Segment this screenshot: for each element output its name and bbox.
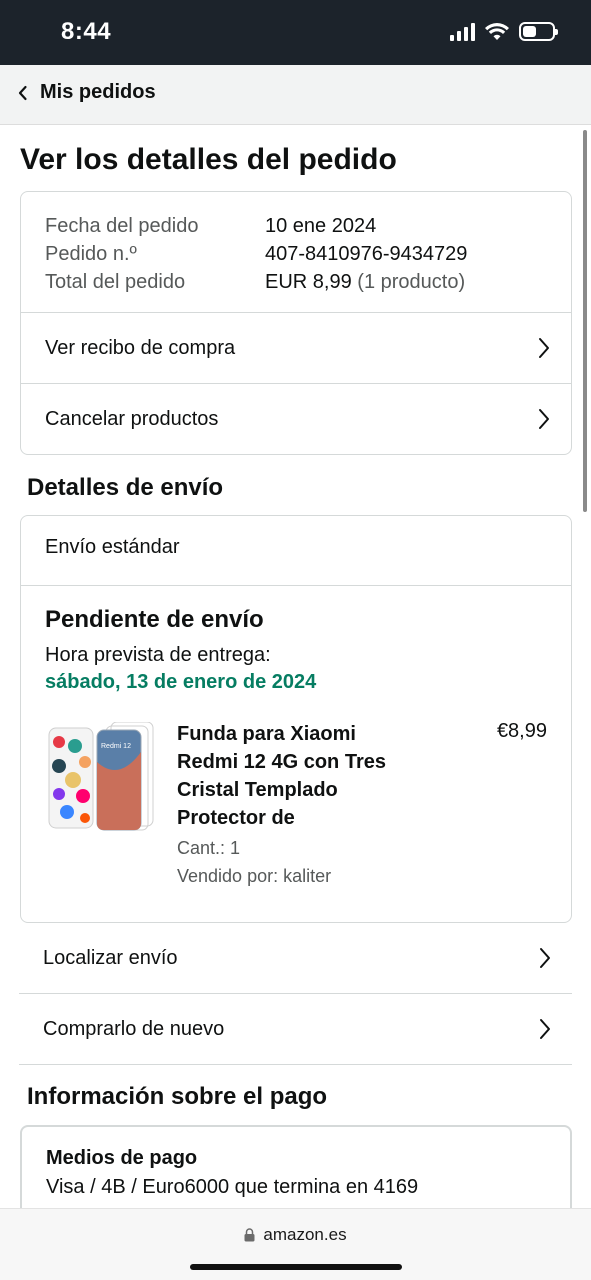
payment-section-title: Información sobre el pago xyxy=(27,1083,328,1110)
page-title: Ver los detalles del pedido xyxy=(20,143,397,176)
delivery-label: Hora prevista de entrega: xyxy=(45,644,271,666)
shipping-card: Envío estándar Pendiente de envío Hora p… xyxy=(20,515,572,923)
back-button[interactable]: Mis pedidos xyxy=(18,81,156,104)
track-shipment-label: Localizar envío xyxy=(43,946,178,969)
scroll-indicator[interactable] xyxy=(583,130,587,512)
chevron-left-icon xyxy=(18,85,27,100)
lock-icon xyxy=(244,1228,255,1242)
cellular-signal-icon xyxy=(450,22,475,41)
buy-again-link[interactable]: Comprarlo de nuevo xyxy=(19,994,572,1065)
order-date-value: 10 ene 2024 xyxy=(265,215,377,237)
order-date-label: Fecha del pedido xyxy=(45,215,199,237)
order-total-row: Total del pedido EUR 8,99 (1 producto) xyxy=(45,268,547,296)
view-receipt-link[interactable]: Ver recibo de compra xyxy=(21,312,571,383)
url-text: amazon.es xyxy=(263,1225,347,1244)
order-summary-card: Fecha del pedido 10 ene 2024 Pedido n.º … xyxy=(20,191,572,455)
nav-bar: Mis pedidos xyxy=(0,65,591,125)
order-total-label: Total del pedido xyxy=(45,271,186,293)
back-label: Mis pedidos xyxy=(40,81,156,103)
order-info: Fecha del pedido 10 ene 2024 Pedido n.º … xyxy=(21,192,571,312)
chevron-right-icon xyxy=(540,948,550,968)
product-image[interactable]: Redmi 12 xyxy=(45,722,157,842)
chevron-right-icon xyxy=(539,409,549,429)
url-bar[interactable]: amazon.es xyxy=(0,1225,591,1245)
buy-again-label: Comprarlo de nuevo xyxy=(43,1017,225,1040)
order-number-value: 407-8410976-9434729 xyxy=(265,243,468,265)
product-seller: Vendido por: kaliter xyxy=(177,866,332,886)
home-indicator[interactable] xyxy=(190,1264,402,1270)
cancel-products-label: Cancelar productos xyxy=(45,407,219,430)
shipment-status: Pendiente de envío xyxy=(45,606,264,633)
product-image-text: Redmi 12 xyxy=(101,743,131,750)
product-item: Redmi 12 Funda para Xiaomi Redmi 12 4G c… xyxy=(45,720,547,910)
product-price: €8,99 xyxy=(496,720,547,742)
status-bar: 8:44 xyxy=(0,0,591,65)
track-shipment-link[interactable]: Localizar envío xyxy=(19,923,572,994)
order-total-value: EUR 8,99 (1 producto) xyxy=(265,268,465,296)
wifi-icon xyxy=(485,22,509,40)
product-quantity: Cant.: 1 xyxy=(177,838,241,858)
status-time: 8:44 xyxy=(61,18,112,45)
payment-method-title: Medios de pago xyxy=(46,1147,198,1169)
browser-bar: amazon.es xyxy=(0,1208,591,1280)
chevron-right-icon xyxy=(540,1019,550,1039)
order-total-count: (1 producto) xyxy=(357,271,466,293)
delivery-date: sábado, 13 de enero de 2024 xyxy=(45,671,317,693)
shipping-section-title: Detalles de envío xyxy=(27,474,224,501)
payment-method: Medios de pago Visa / 4B / Euro6000 que … xyxy=(22,1127,570,1199)
shipment-details: Pendiente de envío Hora prevista de entr… xyxy=(21,586,571,910)
battery-icon xyxy=(519,22,558,41)
payment-method-value: Visa / 4B / Euro6000 que termina en 4169 xyxy=(46,1176,419,1198)
order-total-amount: EUR 8,99 xyxy=(265,271,352,293)
chevron-right-icon xyxy=(539,338,549,358)
cancel-products-link[interactable]: Cancelar productos xyxy=(21,383,571,454)
shipping-method: Envío estándar xyxy=(21,516,571,586)
product-title-link[interactable]: Funda para Xiaomi Redmi 12 4G con Tres C… xyxy=(177,720,417,832)
order-date-row: Fecha del pedido 10 ene 2024 xyxy=(45,212,547,240)
status-icons xyxy=(450,22,558,41)
order-number-row: Pedido n.º 407-8410976-9434729 xyxy=(45,240,547,268)
view-receipt-label: Ver recibo de compra xyxy=(45,336,236,359)
order-number-label: Pedido n.º xyxy=(45,243,137,265)
